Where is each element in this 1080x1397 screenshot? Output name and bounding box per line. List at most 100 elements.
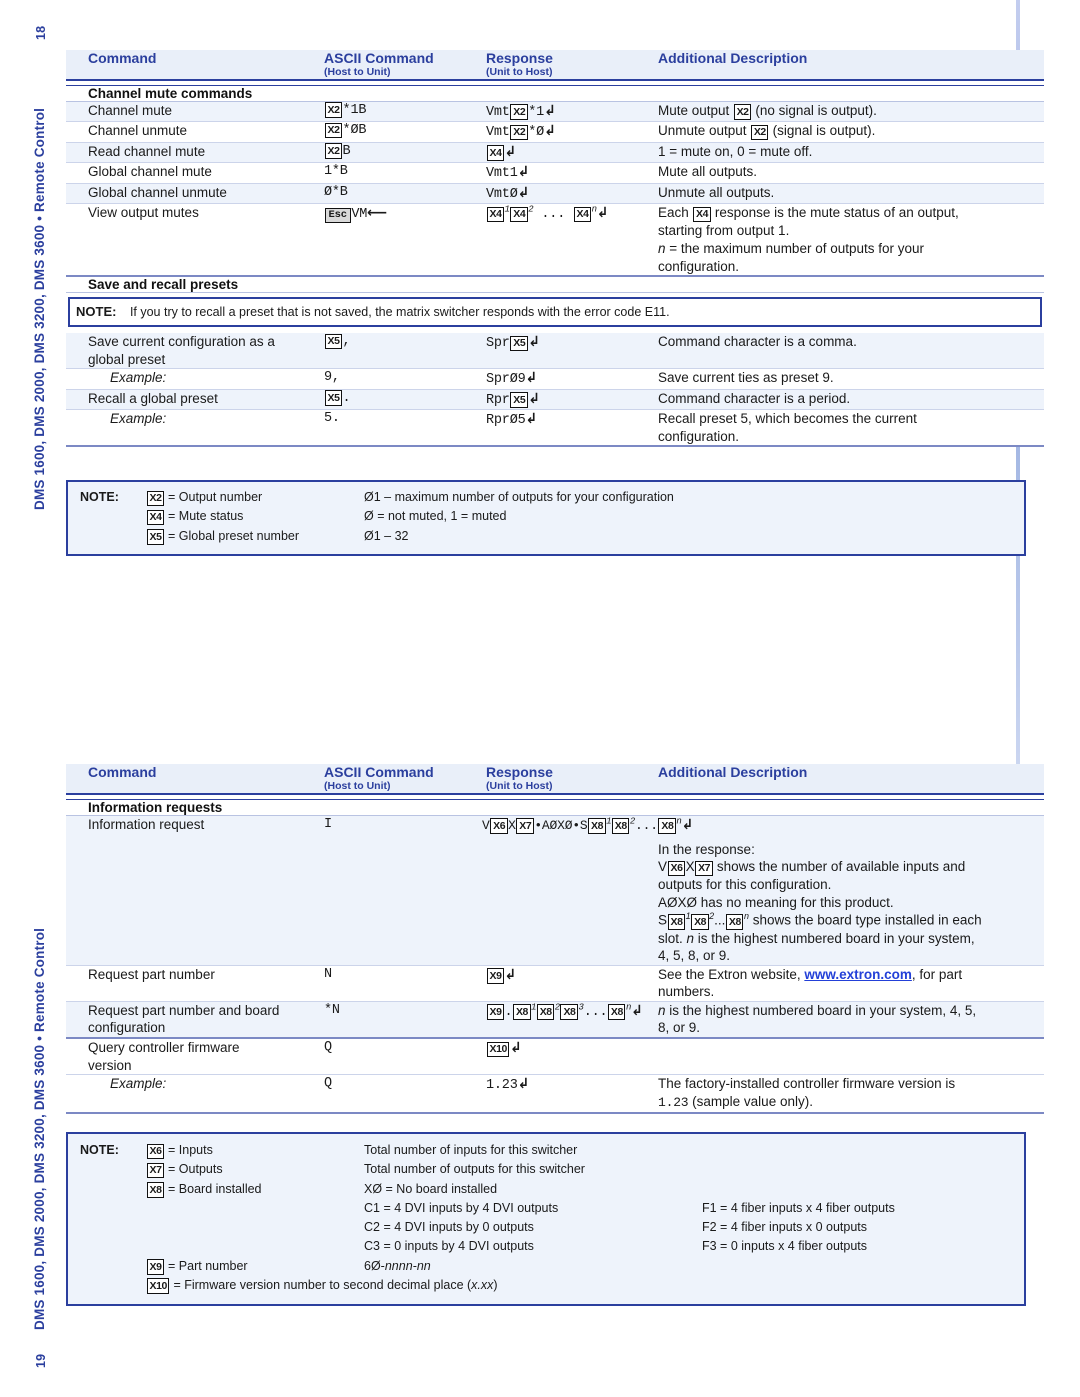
cell-command: Recall a global preset [66,389,324,411]
cell-description: See the Extron website, www.extron.com, … [658,965,1044,1002]
note-value: C2 = 4 DVI inputs by 0 outputs [364,1220,534,1234]
cell-command: Example: [66,409,324,448]
cell-ascii: X5. [324,389,486,411]
page-number-bottom: 19 [34,1353,48,1368]
table-2: Command . ASCII Command (Host to Unit) R… [66,764,1044,1114]
cell-command: Information request [66,815,324,966]
cell-response: VmtØ↲ [486,183,658,205]
col-header-command: Command . [66,50,324,80]
note-entry: X4 = Mute status Ø = not muted, 1 = mute… [68,507,1024,526]
cell-command: Read channel mute [66,142,324,164]
note-box-1: NOTE: X2 = Output number Ø1 – maximum nu… [66,480,1026,556]
note-value: Total number of inputs for this switcher [364,1143,578,1157]
cell-description: Recall preset 5, which becomes the curre… [658,409,1044,448]
cell-ascii: I [324,815,486,966]
cell-response: X9. X8 1 X8 2 X8 3... X8 n↲ [486,1001,658,1039]
note-value: Ø = not muted, 1 = muted [364,509,507,524]
note-entry: X7 = Outputs Total number of outputs for… [68,1160,1024,1179]
cell-description: Save current ties as preset 9. [658,368,1044,390]
cell-ascii: 9, [324,368,486,390]
table-row: Example: Q 1.23↲ The factory-installed c… [66,1074,1044,1114]
note-entry: C3 = 0 inputs by 4 DVI outputs F3 = 0 in… [68,1237,1024,1256]
note-value: Total number of outputs for this switche… [364,1162,585,1177]
table-2-section-info-requests: Information requests [66,799,1044,816]
inline-note-box: NOTE: If you try to recall a preset that… [68,297,1042,328]
extron-website-link[interactable]: www.extron.com [804,967,912,982]
cell-response: Rpr X5 ↲ [486,389,658,411]
note-var-name: X2 = Output number [142,488,360,507]
running-head-title-top: DMS 1600, DMS 2000, DMS 3200, DMS 3600 •… [32,107,47,510]
note-var-name: X7 = Outputs [142,1160,360,1179]
cell-command: Request part number [66,965,324,1002]
note-entry: NOTE: X2 = Output number Ø1 – maximum nu… [68,488,1024,507]
note-var-name: X10 = Firmware version number to second … [142,1276,1024,1295]
table-row: Query controller firmware version Q X10 ↲ [66,1038,1044,1076]
table-row: View output mutes Esc VM⟵ X4 1 X4 2 ... X4 n↲… [66,203,1044,278]
note-entry: C2 = 4 DVI inputs by 0 outputs F2 = 4 fi… [68,1218,1024,1237]
note-value-2 [698,1141,1024,1160]
cell-description: 1 = mute on, 0 = mute off. [658,142,1044,164]
table-row: Channel mute X2 *1B Vmt X2 *1↲ Mute output … [66,101,1044,123]
note-entry: C1 = 4 DVI inputs by 4 DVI outputs F1 = … [68,1199,1024,1218]
note-value: C1 = 4 DVI inputs by 4 DVI outputs [364,1200,559,1215]
cell-response: RprØ5↲ [486,409,658,448]
table-row: Global channel unmute Ø*B VmtØ↲ Unmute a… [66,183,1044,205]
note-box-2: NOTE: X6 = Inputs Total number of inputs… [66,1132,1026,1306]
cell-ascii: X5, [324,333,486,370]
table-row: Recall a global preset X5. Rpr X5 ↲ Comman… [66,389,1044,411]
cell-description: Mute all outputs. [658,162,1044,184]
running-head-title-bottom: DMS 1600, DMS 2000, DMS 3200, DMS 3600 •… [32,927,47,1330]
col-header-description: Additional Description . [658,764,1044,794]
cell-command: Query controller firmware version [66,1038,324,1076]
note-value-2: F3 = 0 inputs x 4 fiber outputs [702,1239,868,1254]
table-row: Read channel mute X2 B X4 ↲ 1 = mute on, 0… [66,142,1044,164]
cell-description: Each X4 Each X4 response is the mute sta… [658,203,1044,278]
table-row: Channel unmute X2 *ØB Vmt X2 *Ø↲ Unmute out… [66,121,1044,143]
cell-ascii: X2 B [324,142,486,164]
cell-command: Global channel unmute [66,183,324,205]
cell-ascii: *N [324,1001,486,1039]
table-row: Example: 5. RprØ5↲ Recall preset 5, whic… [66,409,1044,448]
note-value: C3 = 0 inputs by 4 DVI outputs [364,1239,534,1254]
cell-ascii: X2 *1B [324,101,486,123]
note-value: Ø1 – 32 [364,528,409,543]
col-header-description: Additional Description . [658,50,1044,80]
cell-command: Channel mute [66,101,324,123]
col-header-response: Response (Unit to Host) [486,764,658,794]
table-row: Request part number and board configurat… [66,1001,1044,1039]
cell-response: X4 ↲ [486,142,658,164]
cell-command: Channel unmute [66,121,324,143]
table-1: Command . ASCII Command (Host to Unit) R… [66,50,1044,448]
col-header-response: Response (Unit to Host) [486,50,658,80]
col-header-ascii: ASCII Command (Host to Unit) [324,764,486,794]
note-value-2: F1 = 4 fiber inputs x 4 fiber outputs [702,1200,895,1215]
cell-description: Command character is a comma. [658,333,1044,370]
cell-response: 1.23↲ [486,1074,658,1114]
note-var-name: X8 = Board installed [142,1180,360,1199]
note-entry: X5 = Global preset number Ø1 – 32 [68,527,1024,546]
note-var-name: X5 = Global preset number [142,527,360,546]
cell-ascii: Q [324,1038,486,1076]
table-row: Request part number N X9 ↲ See the Extron… [66,965,1044,1002]
cell-response [486,815,658,966]
cell-command: Request part number and board configurat… [66,1001,324,1039]
cell-ascii: Esc VM⟵ [324,203,486,278]
note-entry-last: X10 = Firmware version number to second … [68,1276,1024,1295]
cell-response: Vmt X2 *Ø↲ [486,121,658,143]
cell-ascii: X2 *ØB [324,121,486,143]
note-value-2 [698,1180,1024,1199]
cell-response: Vmt X2 *1↲ [486,101,658,123]
cell-response: Vmt1↲ [486,162,658,184]
note-label: NOTE: [80,1143,119,1157]
note-value-2 [698,1257,1024,1276]
cell-ascii: 5. [324,409,486,448]
cell-ascii: N [324,965,486,1002]
cell-description: Command character is a period. [658,389,1044,411]
cell-description: Mute output X2 (no signal is output). [658,101,1044,123]
note-var-name: X6 = Inputs [142,1141,360,1160]
cell-ascii: Ø*B [324,183,486,205]
cell-ascii: Q [324,1074,486,1114]
cell-description: n is the highest numbered board in your … [658,1001,1044,1039]
col-header-ascii: ASCII Command (Host to Unit) [324,50,486,80]
inline-note-text: If you try to recall a preset that is no… [129,305,670,320]
